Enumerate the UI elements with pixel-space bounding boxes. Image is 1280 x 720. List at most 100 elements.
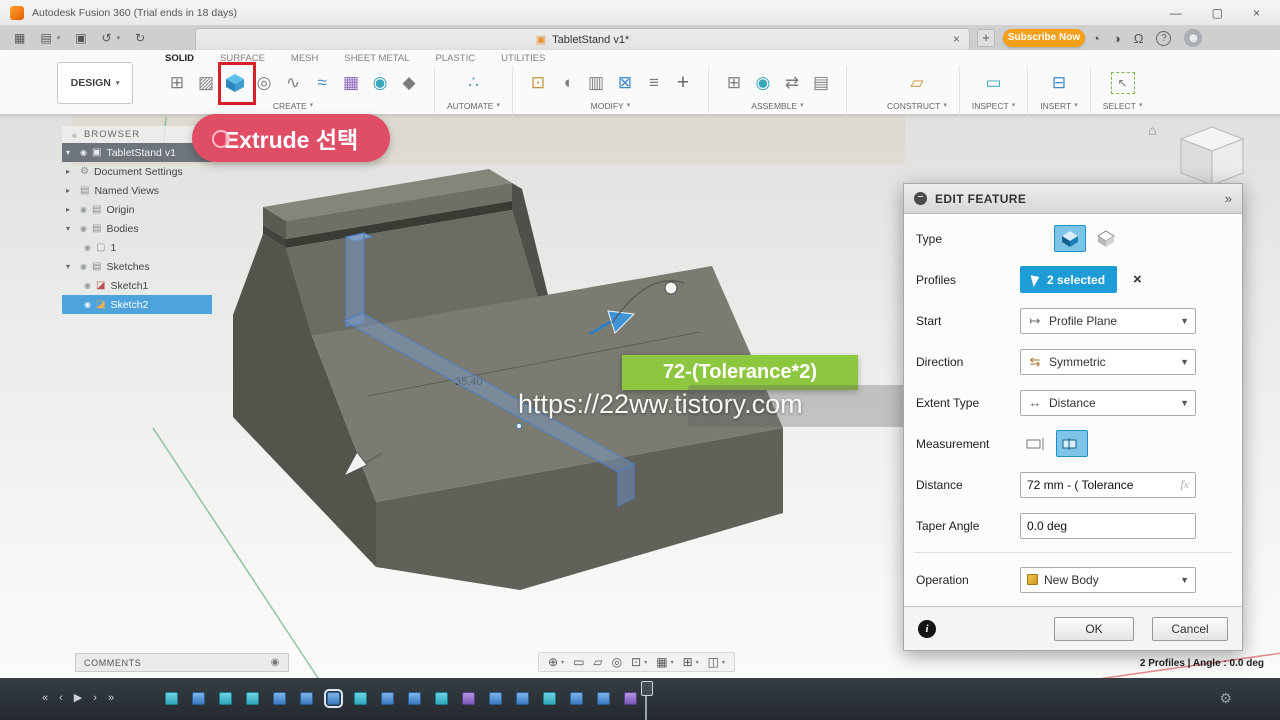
assemble-menu[interactable]: ASSEMBLE ▾	[751, 101, 803, 111]
timeline-feature-icon[interactable]	[273, 692, 286, 705]
select-icon[interactable]: ↖	[1110, 72, 1135, 94]
expand-icon[interactable]: ▸	[66, 186, 75, 195]
assemble-component-icon[interactable]: ⊞	[721, 70, 747, 96]
comments-bar[interactable]: COMMENTS ◉	[75, 653, 289, 672]
browser-item-bodies[interactable]: ▾ ◉ ▤ Bodies	[62, 219, 242, 238]
profiles-selected-chip[interactable]: 2 selected	[1020, 266, 1118, 293]
close-button[interactable]: ×	[1253, 6, 1260, 20]
construct-menu[interactable]: CONSTRUCT ▾	[887, 101, 947, 111]
automate-icon[interactable]: ∴	[460, 70, 486, 96]
minimize-button[interactable]: —	[1170, 6, 1182, 20]
dialog-grip-icon[interactable]: −	[914, 192, 927, 205]
timeline-feature-icon[interactable]	[300, 692, 313, 705]
timeline-feature-icon[interactable]	[597, 692, 610, 705]
modify-menu[interactable]: MODIFY ▾	[591, 101, 631, 111]
timeline-feature-icon[interactable]	[570, 692, 583, 705]
workspace-selector[interactable]: DESIGN ▾	[57, 62, 133, 104]
pan-icon[interactable]: ▱	[593, 655, 602, 669]
tab-solid[interactable]: SOLID	[165, 53, 194, 64]
zoom-icon[interactable]: ◎	[612, 655, 622, 669]
create-sketch-icon[interactable]: ▨	[193, 70, 219, 96]
browser-item-body1[interactable]: ◉ ▢ 1	[62, 238, 242, 257]
browser-item-sketches[interactable]: ▾ ◉ ▤ Sketches	[62, 257, 242, 276]
coil-icon[interactable]: ◉	[367, 70, 393, 96]
redo-icon[interactable]: ↻	[135, 31, 145, 45]
comment-indicator-icon[interactable]: ◉	[271, 657, 280, 668]
type-thin-extrude-button[interactable]	[1090, 225, 1122, 252]
browser-item-named-views[interactable]: ▸ ▤ Named Views	[62, 181, 242, 200]
save-icon[interactable]: ▣	[75, 31, 86, 45]
notifications-bell-icon[interactable]: Ω	[1134, 31, 1144, 46]
maximize-button[interactable]: ▢	[1212, 6, 1223, 20]
timeline-feature-icon[interactable]	[165, 692, 178, 705]
clear-selection-icon[interactable]: ×	[1133, 271, 1142, 288]
dialog-header[interactable]: − EDIT FEATURE »	[904, 184, 1242, 214]
expand-icon[interactable]: ▾	[66, 262, 75, 271]
display-settings-icon[interactable]: ▦	[656, 655, 667, 669]
measurement-half-length-button[interactable]	[1056, 430, 1088, 457]
expand-icon[interactable]: ▾	[66, 148, 75, 157]
pattern-icon[interactable]: ▦	[338, 70, 364, 96]
orbit-icon[interactable]: ⊕	[548, 655, 558, 669]
new-tab-button[interactable]: +	[977, 29, 995, 47]
close-tab-icon[interactable]: ×	[953, 32, 960, 46]
press-pull-icon[interactable]: ⊡	[525, 70, 551, 96]
user-avatar[interactable]: ☻	[1184, 29, 1203, 47]
tab-utilities[interactable]: UTILITIES	[501, 53, 545, 64]
timeline-feature-icon[interactable]	[489, 692, 502, 705]
subscribe-button[interactable]: Subscribe Now	[1003, 29, 1085, 47]
visibility-eye-icon[interactable]: ◉	[80, 262, 87, 271]
create-menu[interactable]: CREATE ▾	[273, 101, 313, 111]
file-menu-icon[interactable]: ▤	[40, 31, 51, 45]
timeline-play-button[interactable]: ▶	[74, 691, 82, 705]
fillet-icon[interactable]: ◖	[554, 70, 580, 96]
timeline-go-start-button[interactable]: «	[42, 691, 48, 705]
tab-sheet-metal[interactable]: SHEET METAL	[344, 53, 409, 64]
rigid-group-icon[interactable]: ▤	[808, 70, 834, 96]
timeline-feature-icon[interactable]	[381, 692, 394, 705]
timeline-feature-icon-current[interactable]	[324, 689, 343, 708]
timeline-go-end-button[interactable]: »	[108, 691, 114, 705]
view-cube[interactable]: ⌂	[1148, 122, 1245, 186]
app-grid-icon[interactable]: ▦	[14, 31, 25, 45]
inspect-menu[interactable]: INSPECT ▾	[972, 101, 1015, 111]
offset-face-icon[interactable]: ≡	[641, 70, 667, 96]
visibility-eye-icon[interactable]: ◉	[80, 205, 87, 214]
timeline-feature-icon[interactable]	[435, 692, 448, 705]
visibility-eye-icon[interactable]: ◉	[80, 224, 87, 233]
timeline-feature-icon[interactable]	[543, 692, 556, 705]
combine-icon[interactable]: ⊠	[612, 70, 638, 96]
taper-angle-input[interactable]: 0.0 deg	[1020, 512, 1196, 539]
primitive-box-icon[interactable]: ◆	[396, 70, 422, 96]
visibility-eye-icon[interactable]: ◉	[84, 243, 91, 252]
insert-icon[interactable]: ⊟	[1046, 70, 1072, 96]
timeline-feature-icon[interactable]	[408, 692, 421, 705]
fit-icon[interactable]: ⊡	[631, 655, 641, 669]
timeline-step-back-button[interactable]: ‹	[59, 691, 63, 705]
browser-item-root[interactable]: ▾ ◉ ▣ TabletStand v1	[62, 143, 212, 162]
expand-icon[interactable]: ▸	[66, 167, 75, 176]
new-component-icon[interactable]: ⊞	[164, 70, 190, 96]
tab-mesh[interactable]: MESH	[291, 53, 318, 64]
timeline-feature-icon[interactable]	[192, 692, 205, 705]
browser-item-sketch1[interactable]: ◉ ◪ Sketch1	[62, 276, 242, 295]
browser-item-document-settings[interactable]: ▸ ⚙ Document Settings	[62, 162, 242, 181]
expand-icon[interactable]: ▸	[66, 205, 75, 214]
operation-select[interactable]: New Body ▼	[1020, 566, 1196, 593]
direction-select[interactable]: ⇆ Symmetric ▼	[1020, 348, 1196, 375]
automate-menu[interactable]: AUTOMATE ▾	[447, 101, 500, 111]
measure-icon[interactable]: ▭	[981, 70, 1007, 96]
help-icon[interactable]: ?	[1156, 30, 1172, 46]
browser-item-origin[interactable]: ▸ ◉ ▤ Origin	[62, 200, 242, 219]
tab-plastic[interactable]: PLASTIC	[435, 53, 475, 64]
timeline-step-forward-button[interactable]: ›	[93, 691, 97, 705]
measurement-whole-length-button[interactable]	[1020, 430, 1052, 457]
timeline-feature-icon[interactable]	[354, 692, 367, 705]
timeline-settings-gear-icon[interactable]: ⚙	[1219, 690, 1232, 707]
loft-icon[interactable]: ≈	[309, 70, 335, 96]
ok-button[interactable]: OK	[1054, 616, 1134, 641]
visibility-eye-icon[interactable]: ◉	[84, 281, 91, 290]
timeline-feature-icon[interactable]	[624, 692, 637, 705]
distance-input[interactable]: 72 mm - ( Tolerance fx	[1020, 471, 1196, 498]
info-icon[interactable]: i	[918, 619, 936, 638]
